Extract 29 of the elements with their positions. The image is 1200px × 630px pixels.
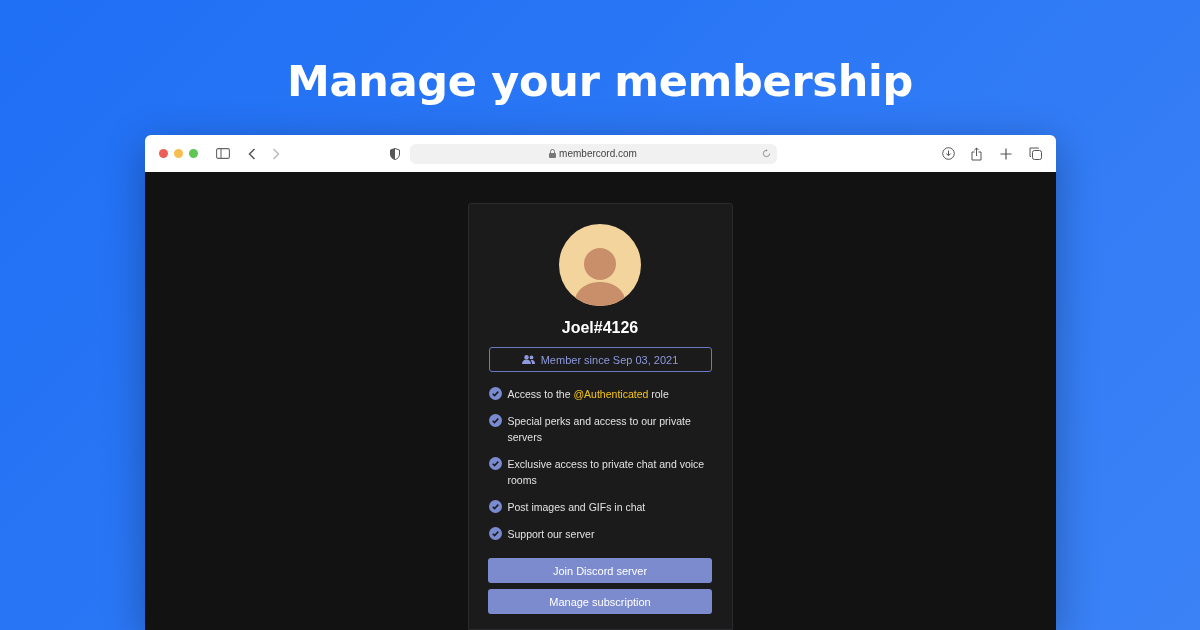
- download-icon[interactable]: [941, 147, 955, 160]
- action-button[interactable]: Manage subscription: [488, 589, 712, 614]
- check-circle-icon: [488, 457, 502, 470]
- perk-text: Special perks and access to our private servers: [507, 414, 692, 445]
- lock-icon: [549, 149, 557, 158]
- check-circle-icon: [488, 500, 502, 513]
- share-icon[interactable]: [970, 146, 982, 161]
- action-button[interactable]: Join Discord server: [488, 558, 712, 583]
- url-text: membercord.com: [559, 148, 637, 159]
- perk-text: Post images and GIFs in chat: [507, 500, 646, 515]
- member-since-text: Member since Sep 03, 2021: [540, 353, 679, 366]
- perk-text: Support our server: [507, 527, 595, 542]
- sidebar-icon[interactable]: [215, 148, 230, 159]
- minimize-dot[interactable]: [173, 149, 183, 158]
- back-icon[interactable]: [247, 147, 256, 160]
- close-dot[interactable]: [158, 149, 168, 158]
- zoom-dot[interactable]: [188, 149, 198, 158]
- check-circle-icon: [488, 387, 502, 400]
- headline: Manage your membership: [287, 56, 913, 108]
- perk-text: Access to the @Authenticated role: [507, 387, 669, 402]
- perk-text: Exclusive access to private chat and voice rooms: [507, 457, 706, 488]
- users-icon: [521, 355, 535, 364]
- check-circle-icon: [488, 414, 502, 427]
- tabs-overview-icon[interactable]: [1028, 147, 1042, 160]
- plus-icon[interactable]: [999, 147, 1012, 160]
- address-bar[interactable]: membercord.com: [409, 143, 777, 164]
- shield-icon[interactable]: [389, 147, 400, 160]
- username: Joel#4126: [561, 319, 639, 337]
- check-circle-icon: [488, 527, 502, 540]
